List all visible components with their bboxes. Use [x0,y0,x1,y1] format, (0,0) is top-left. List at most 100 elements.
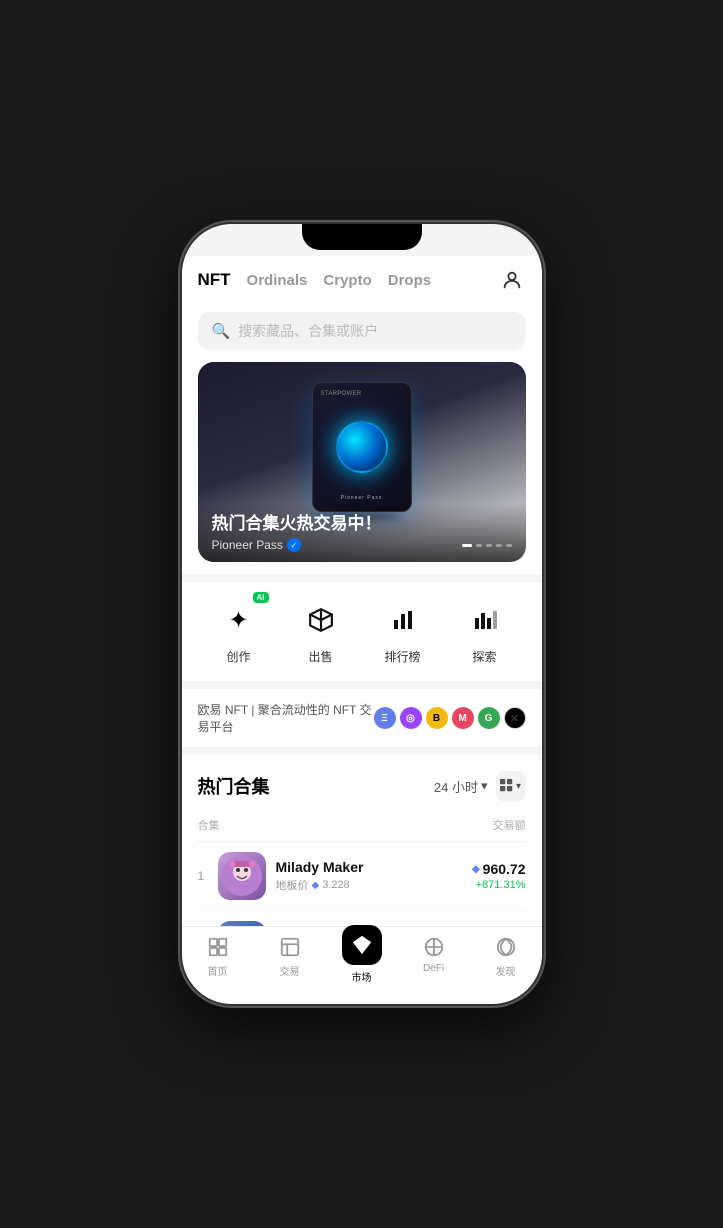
banner-subtitle-row: Pioneer Pass ✓ [212,538,512,552]
nav-discover-label: 发现 [496,963,516,978]
card-subtitle: Pioneer Pass [341,495,383,501]
banner-section: STARPOWER Pioneer Pass 热门合集火热交易中！ Pionee… [182,362,542,574]
nav-discover[interactable]: 发现 [470,935,542,984]
nav-home-label: 首页 [208,963,228,978]
nav-tab-ordinals[interactable]: Ordinals [247,272,308,289]
col-collection-label: 合集 [198,817,220,833]
search-bar: 🔍 搜索藏品、合集或账户 [182,304,542,362]
info-banner: 欧易 NFT | 聚合流动性的 NFT 交易平台 Ξ ◎ B M G ✕ [182,689,542,747]
market-icon-wrap [342,925,382,965]
profile-icon[interactable] [498,266,526,294]
nav-tab-nft[interactable]: NFT [198,270,231,290]
dot-2 [476,544,482,547]
action-sell-icon-wrap [299,598,343,642]
defi-icon [422,935,446,959]
phone-screen: NFT Ordinals Crypto Drops 🔍 搜索藏品、合集或账户 [182,224,542,1004]
dot-4 [496,544,502,547]
section-controls: 24 小时 ▾ ▾ [434,771,526,801]
verified-badge: ✓ [287,538,301,552]
dot-1 [462,544,472,547]
explore-bars-icon [473,608,497,632]
action-sell[interactable]: 出售 [299,598,343,665]
eth-symbol-milady: ◆ [312,880,320,891]
screen-content: NFT Ordinals Crypto Drops 🔍 搜索藏品、合集或账户 [182,224,542,926]
nav-defi-label: DeFi [423,963,444,974]
chevron-down-grid-icon: ▾ [516,781,521,792]
dot-5 [506,544,512,547]
chain-icon-bnb: B [426,707,448,729]
search-icon: 🔍 [212,322,231,340]
banner[interactable]: STARPOWER Pioneer Pass 热门合集火热交易中！ Pionee… [198,362,526,562]
rank-1: 1 [198,869,218,883]
grid-toggle[interactable]: ▾ [496,771,526,801]
banner-subtitle-text: Pioneer Pass [212,538,283,552]
nft-card-visual: STARPOWER Pioneer Pass [312,382,412,512]
floor-label-milady: 地板价 [276,877,309,893]
time-filter-label: 24 小时 [434,777,478,796]
card-logo-text: STARPOWER [321,391,362,397]
market-diamond-icon [351,934,373,956]
eth-vol-symbol-milady: ◆ [472,864,480,875]
milady-thumb-art [218,852,266,900]
section-title: 热门合集 [198,773,270,799]
chain-icon-x: ✕ [504,707,526,729]
milady-avatar [222,856,262,896]
banner-title: 热门合集火热交易中！ [212,514,512,534]
milady-change: +871.31% [472,879,526,891]
phone-frame: NFT Ordinals Crypto Drops 🔍 搜索藏品、合集或账户 [182,224,542,1004]
nav-tab-crypto[interactable]: Crypto [323,272,371,289]
chain-icon-eth: Ξ [374,707,396,729]
collection-info-milady: Milady Maker 地板价 ◆ 3.228 [276,859,472,893]
notch [302,224,422,250]
action-explore-icon-wrap [463,598,507,642]
action-create[interactable]: ✦ AI 创作 [217,598,261,665]
top-nav: NFT Ordinals Crypto Drops [182,256,542,304]
milady-floor: 地板价 ◆ 3.228 [276,877,472,893]
chain-icon-m: M [452,707,474,729]
search-input-wrapper[interactable]: 🔍 搜索藏品、合集或账户 [198,312,526,350]
action-rank-icon-wrap [381,598,425,642]
action-explore-label: 探索 [472,648,496,665]
chain-icon-sol: ◎ [400,707,422,729]
card-orb [336,421,388,473]
table-row[interactable]: 2 NodeMonkes [198,911,526,926]
milady-volume: ◆ 960.72 +871.31% [472,861,526,891]
quick-actions: ✦ AI 创作 出售 [182,582,542,681]
table-row[interactable]: 1 [198,842,526,911]
action-explore[interactable]: 探索 [463,598,507,665]
sparkle-icon: ✦ [228,606,248,635]
chain-icons: Ξ ◎ B M G ✕ [374,707,526,729]
discover-icon [494,935,518,959]
nav-trade-label: 交易 [280,963,300,978]
tag-icon [308,607,334,633]
milady-vol-value: 960.72 [483,861,526,877]
action-create-icon-wrap: ✦ AI [217,598,261,642]
ai-badge: AI [253,592,269,603]
section-header: 热门合集 24 小时 ▾ [198,771,526,801]
table-header: 合集 交易额 [198,813,526,842]
nav-trade[interactable]: 交易 [254,935,326,984]
action-rank[interactable]: 排行榜 [381,598,425,665]
info-banner-text: 欧易 NFT | 聚合流动性的 NFT 交易平台 [198,701,374,735]
banner-text-area: 热门合集火热交易中！ Pioneer Pass ✓ [198,504,526,562]
floor-value-milady: 3.228 [322,879,350,891]
action-create-label: 创作 [226,648,250,665]
nav-tabs: NFT Ordinals Crypto Drops [198,270,432,290]
collection-thumb-milady [218,852,266,900]
bottom-nav: 首页 交易 市场 [182,926,542,1004]
nav-home[interactable]: 首页 [182,935,254,984]
nav-defi[interactable]: DeFi [398,935,470,984]
nav-market[interactable]: 市场 [326,935,398,984]
dot-3 [486,544,492,547]
action-rank-label: 排行榜 [384,648,420,665]
nav-tab-drops[interactable]: Drops [388,272,431,289]
col-volume-label: 交易额 [493,817,526,833]
nav-market-label: 市场 [352,969,372,984]
action-sell-label: 出售 [308,648,332,665]
chart-bar-icon [391,608,415,632]
banner-subtitle: Pioneer Pass ✓ [212,538,301,552]
time-filter[interactable]: 24 小时 ▾ [434,777,488,796]
chevron-down-icon: ▾ [481,778,488,794]
chain-icon-g: G [478,707,500,729]
milady-volume-amount: ◆ 960.72 [472,861,526,877]
